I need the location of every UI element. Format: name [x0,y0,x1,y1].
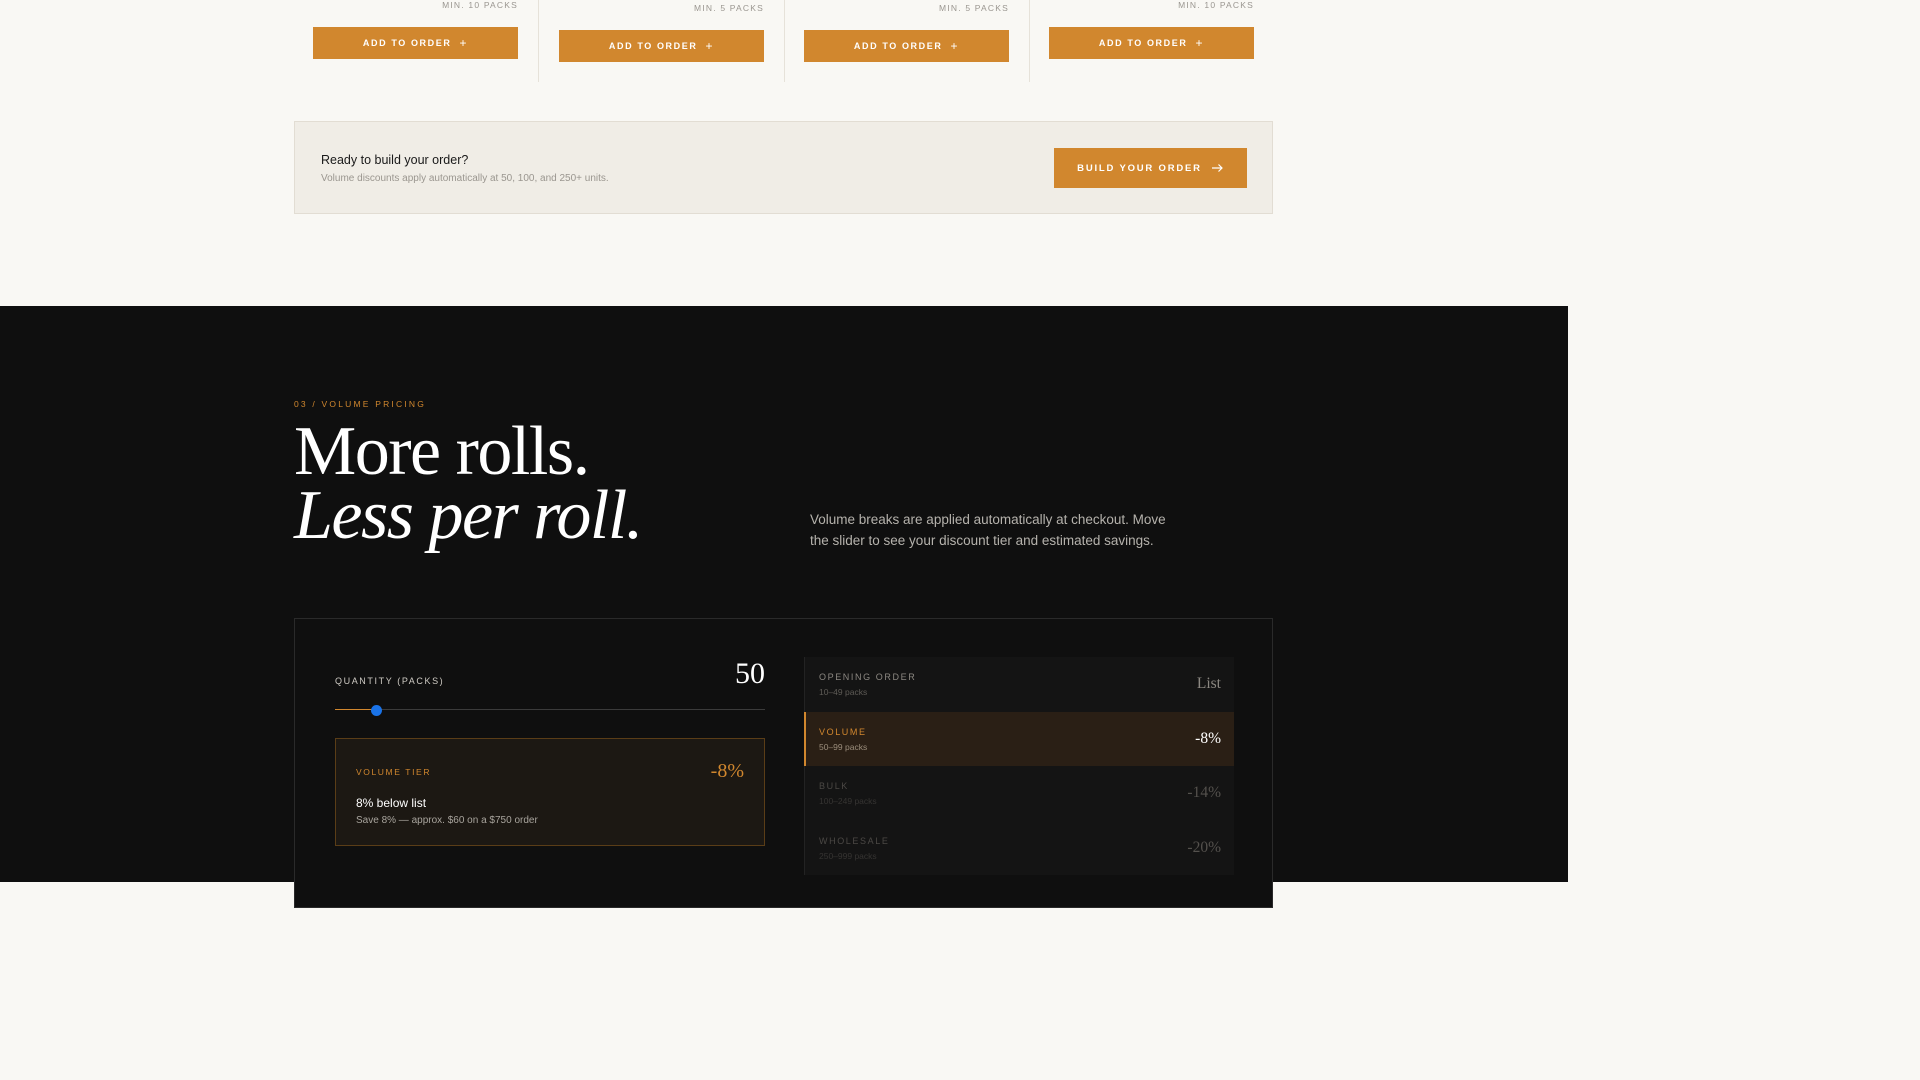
slider-track [335,709,765,710]
tier-range: 10–49 packs [819,687,868,697]
tier-discount: List [1196,675,1221,692]
column-divider [1029,0,1030,82]
section-intro: Volume breaks are applied automatically … [810,512,1166,548]
arrow-right-icon [1211,164,1223,172]
add-to-order-label: ADD TO ORDER [362,38,452,48]
column-divider [784,0,785,82]
tier-name: WHOLESALE [819,835,890,846]
section-headline: More rolls. Less per roll. [294,417,643,554]
quantity-label: QUANTITY (PACKS) [335,676,445,686]
tier-name: OPENING ORDER [819,672,917,682]
min-packs-label: MIN. 10 PACKS [442,0,518,10]
min-packs-label: MIN. 10 PACKS [1178,0,1254,10]
plus-icon: + [1195,36,1205,50]
add-to-order-button[interactable]: ADD TO ORDER + [1049,27,1254,59]
discount-calculator: QUANTITY (PACKS) 50 VOLUME TIER -8% 8% b… [294,618,1273,908]
banner-title: Ready to build your order? [321,153,469,167]
section-eyebrow: 03 / VOLUME PRICING [294,399,427,409]
tier-range: 50–99 packs [819,741,868,752]
add-to-order-button[interactable]: ADD TO ORDER + [313,27,518,59]
banner-subtitle: Volume discounts apply automatically at … [321,173,609,184]
build-your-order-button[interactable]: BUILD YOUR ORDER [1054,148,1247,188]
tier-range: 100–249 packs [819,796,877,806]
current-tier-card: VOLUME TIER -8% 8% below list Save 8% — … [335,738,765,846]
plus-icon: + [950,39,960,53]
min-packs-label: MIN. 5 PACKS [939,3,1009,13]
tier-discount: -8% [1195,729,1221,747]
tier-row-opening-order[interactable]: OPENING ORDER 10–49 packs List [804,657,1234,712]
tier-card-title: 8% below list [356,796,427,810]
product-grid-section: MIN. 10 PACKS ADD TO ORDER + MIN. 5 PACKS… [0,0,1568,306]
add-to-order-button[interactable]: ADD TO ORDER + [559,30,764,62]
add-to-order-label: ADD TO ORDER [853,41,943,51]
slider-thumb[interactable] [371,705,382,716]
tier-row-bulk[interactable]: BULK 100–249 packs -14% [804,766,1234,821]
tier-discount: -14% [1187,784,1221,801]
volume-pricing-section: 03 / VOLUME PRICING More rolls. Less per… [0,306,1568,908]
add-to-order-label: ADD TO ORDER [1098,38,1188,48]
build-your-order-label: BUILD YOUR ORDER [1077,162,1202,174]
plus-icon: + [705,39,715,53]
plus-icon: + [459,36,469,50]
tier-row-wholesale[interactable]: WHOLESALE 250–999 packs -20% [804,820,1234,875]
min-packs-label: MIN. 5 PACKS [694,3,764,13]
column-divider [538,0,539,82]
quantity-value: 50 [735,657,765,690]
tier-card-subtitle: Save 8% — approx. $60 on a $750 order [356,815,538,826]
tier-name: VOLUME [819,726,867,737]
tier-list: OPENING ORDER 10–49 packs List VOLUME 50… [804,657,1234,875]
tier-discount: -20% [1187,838,1221,856]
headline-line-2: Less per roll. [294,477,643,554]
tier-name: BULK [819,781,849,791]
add-to-order-button[interactable]: ADD TO ORDER + [804,30,1009,62]
tier-row-volume[interactable]: VOLUME 50–99 packs -8% [804,711,1234,766]
tier-card-eyebrow: VOLUME TIER [356,767,432,777]
quantity-slider[interactable] [335,705,765,716]
build-order-banner: Ready to build your order? Volume discou… [294,121,1273,214]
tier-range: 250–999 packs [819,850,877,861]
tier-card-discount: -8% [710,760,744,782]
slider-fill [335,709,376,710]
add-to-order-label: ADD TO ORDER [608,41,698,51]
